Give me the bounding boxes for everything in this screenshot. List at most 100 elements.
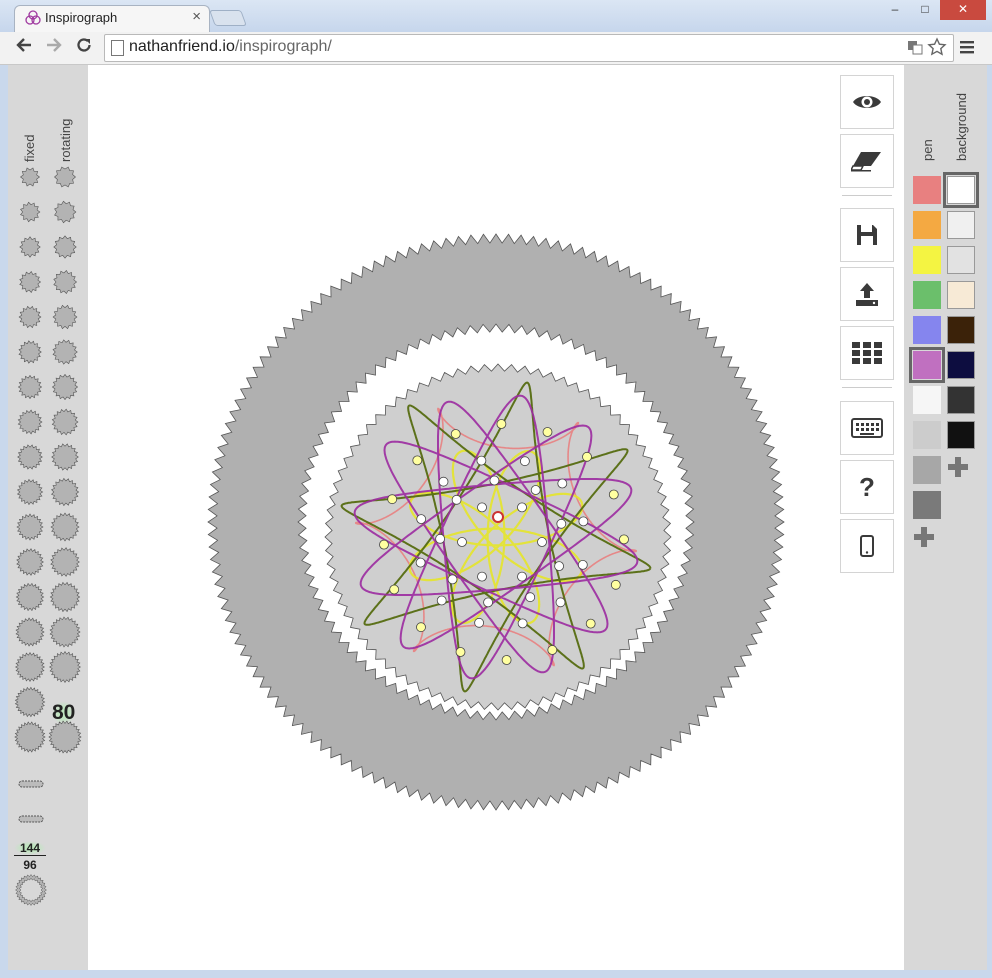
rotating-gear-option[interactable] bbox=[48, 650, 82, 684]
rotating-gear-option[interactable] bbox=[48, 370, 82, 404]
fixed-gear-option[interactable] bbox=[13, 160, 47, 194]
browser-tab[interactable]: Inspirograph × bbox=[14, 5, 210, 33]
rotating-gear-option[interactable] bbox=[48, 615, 82, 649]
fixed-gear-option[interactable] bbox=[13, 405, 47, 439]
fixed-gear-option[interactable] bbox=[13, 650, 47, 684]
rotating-gear-option[interactable] bbox=[48, 195, 82, 229]
rotating-gear-option[interactable] bbox=[48, 230, 82, 264]
rotating-gear-option[interactable] bbox=[48, 580, 82, 614]
rotating-gear-option[interactable] bbox=[48, 720, 82, 754]
clear-button[interactable] bbox=[840, 134, 894, 188]
gear-icon bbox=[17, 444, 43, 470]
rotating-gear-option[interactable] bbox=[48, 440, 82, 474]
gear-selection-panel: fixed rotating 80 144 96 bbox=[8, 65, 88, 970]
gear-icon bbox=[16, 513, 44, 541]
fixed-gear-option[interactable] bbox=[13, 545, 47, 579]
pen-color-swatch[interactable] bbox=[913, 386, 941, 414]
gear-icon bbox=[17, 409, 43, 435]
fixed-gear-option[interactable] bbox=[13, 265, 47, 299]
rotating-gear-option[interactable] bbox=[48, 160, 82, 194]
back-button[interactable] bbox=[12, 36, 36, 60]
background-color-swatch[interactable] bbox=[947, 351, 975, 379]
gear-icon bbox=[18, 340, 42, 364]
address-bar[interactable]: nathanfriend.io/inspirograph/ bbox=[104, 34, 954, 62]
fixed-gear-option[interactable] bbox=[13, 580, 47, 614]
add-pen-color-button[interactable] bbox=[913, 526, 935, 551]
keyboard-shortcuts-button[interactable] bbox=[840, 401, 894, 455]
background-color-swatch[interactable] bbox=[943, 172, 979, 208]
fixed-gear-option[interactable] bbox=[13, 230, 47, 264]
color-panel: pen background bbox=[904, 65, 987, 970]
gear-icon bbox=[51, 477, 80, 507]
star-icon[interactable] bbox=[927, 37, 947, 57]
rotating-gear-option[interactable] bbox=[48, 335, 82, 369]
pen-hole bbox=[555, 597, 566, 608]
forward-button[interactable] bbox=[42, 36, 66, 60]
fixed-gear-option[interactable] bbox=[13, 615, 47, 649]
pen-hole bbox=[379, 539, 389, 550]
spirograph-drawing[interactable] bbox=[88, 65, 904, 970]
fixed-gear-option[interactable] bbox=[13, 510, 47, 544]
minimize-button[interactable]: – bbox=[880, 0, 910, 20]
fixed-gear-option[interactable] bbox=[13, 440, 47, 474]
pen-hole bbox=[489, 475, 500, 486]
gallery-button[interactable] bbox=[840, 326, 894, 380]
pen-color-swatch[interactable] bbox=[913, 246, 941, 274]
rotating-gear-option[interactable] bbox=[48, 545, 82, 579]
pen-color-swatch[interactable] bbox=[913, 456, 941, 484]
gear-icon bbox=[53, 235, 77, 259]
drawing-canvas[interactable] bbox=[88, 65, 904, 970]
save-button[interactable] bbox=[840, 208, 894, 262]
pen-color-swatch[interactable] bbox=[909, 347, 945, 383]
background-color-swatch[interactable] bbox=[947, 211, 975, 239]
background-color-swatch[interactable] bbox=[947, 281, 975, 309]
mobile-view-button[interactable] bbox=[840, 519, 894, 573]
pen-color-swatch[interactable] bbox=[913, 211, 941, 239]
pen-color-swatch[interactable] bbox=[913, 176, 941, 204]
fixed-gear-option[interactable] bbox=[13, 335, 47, 369]
help-button[interactable]: ? bbox=[840, 460, 894, 514]
pen-hole bbox=[455, 647, 466, 657]
new-tab-button[interactable] bbox=[209, 10, 247, 26]
fixed-gear-option[interactable] bbox=[13, 685, 47, 719]
translate-icon[interactable] bbox=[907, 39, 923, 55]
pen-hole bbox=[476, 455, 487, 466]
background-color-swatch[interactable] bbox=[947, 421, 975, 449]
tab-close-button[interactable]: × bbox=[192, 8, 201, 25]
upload-button[interactable] bbox=[840, 267, 894, 321]
maximize-button[interactable]: □ bbox=[910, 0, 940, 20]
pen-hole bbox=[619, 534, 629, 545]
add-background-color-button[interactable] bbox=[947, 456, 969, 481]
fixed-gear-option[interactable] bbox=[13, 370, 47, 404]
close-window-button[interactable]: ✕ bbox=[940, 0, 986, 20]
pen-color-swatch[interactable] bbox=[913, 421, 941, 449]
background-color-swatch[interactable] bbox=[947, 246, 975, 274]
pen-hole bbox=[556, 518, 567, 529]
background-color-swatch[interactable] bbox=[947, 316, 975, 344]
bar-gear-1[interactable] bbox=[16, 775, 46, 793]
rotating-gear-option[interactable] bbox=[48, 405, 82, 439]
fixed-gear-option[interactable] bbox=[13, 300, 47, 334]
mobile-icon bbox=[860, 535, 874, 557]
pen-hole bbox=[608, 489, 619, 500]
pen-hole bbox=[416, 514, 427, 525]
ring-gear[interactable] bbox=[14, 873, 48, 907]
background-color-swatch[interactable] bbox=[947, 386, 975, 414]
reload-button[interactable] bbox=[72, 36, 96, 60]
bar-gear-2[interactable] bbox=[16, 810, 46, 828]
browser-menu-button[interactable] bbox=[960, 38, 974, 59]
gear-icon bbox=[50, 512, 80, 542]
pen-color-swatch[interactable] bbox=[913, 316, 941, 344]
pen-hole bbox=[438, 476, 449, 487]
fixed-gear-option[interactable] bbox=[13, 720, 47, 754]
pen-hole bbox=[578, 516, 589, 527]
pen-color-swatch[interactable] bbox=[913, 491, 941, 519]
fixed-gear-option[interactable] bbox=[13, 475, 47, 509]
rotating-gear-option[interactable] bbox=[48, 475, 82, 509]
toggle-gears-button[interactable] bbox=[840, 75, 894, 129]
rotating-gear-option[interactable] bbox=[48, 265, 82, 299]
pen-color-swatch[interactable] bbox=[913, 281, 941, 309]
rotating-gear-option[interactable] bbox=[48, 510, 82, 544]
fixed-gear-option[interactable] bbox=[13, 195, 47, 229]
rotating-gear-option[interactable] bbox=[48, 300, 82, 334]
